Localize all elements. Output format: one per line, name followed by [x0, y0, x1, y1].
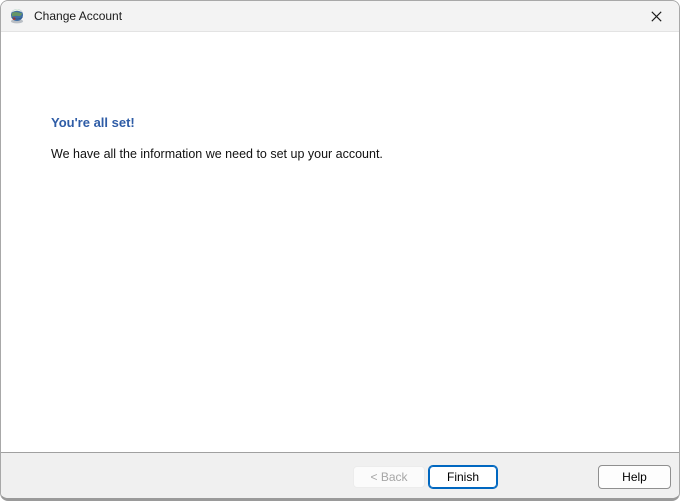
- content-area: You're all set! We have all the informat…: [1, 33, 679, 452]
- back-button[interactable]: < Back: [353, 466, 425, 488]
- help-button[interactable]: Help: [598, 465, 671, 489]
- all-set-heading: You're all set!: [51, 115, 135, 130]
- close-button[interactable]: [634, 1, 679, 32]
- title-bar: Change Account: [1, 1, 679, 32]
- close-icon: [651, 11, 662, 22]
- app-icon: [9, 8, 25, 24]
- finish-button[interactable]: Finish: [428, 465, 498, 489]
- confirmation-text: We have all the information we need to s…: [51, 147, 383, 161]
- window-title: Change Account: [34, 9, 123, 23]
- change-account-dialog: Change Account You're all set! We have a…: [0, 0, 680, 501]
- footer-bar: < Back Finish Help: [1, 452, 679, 498]
